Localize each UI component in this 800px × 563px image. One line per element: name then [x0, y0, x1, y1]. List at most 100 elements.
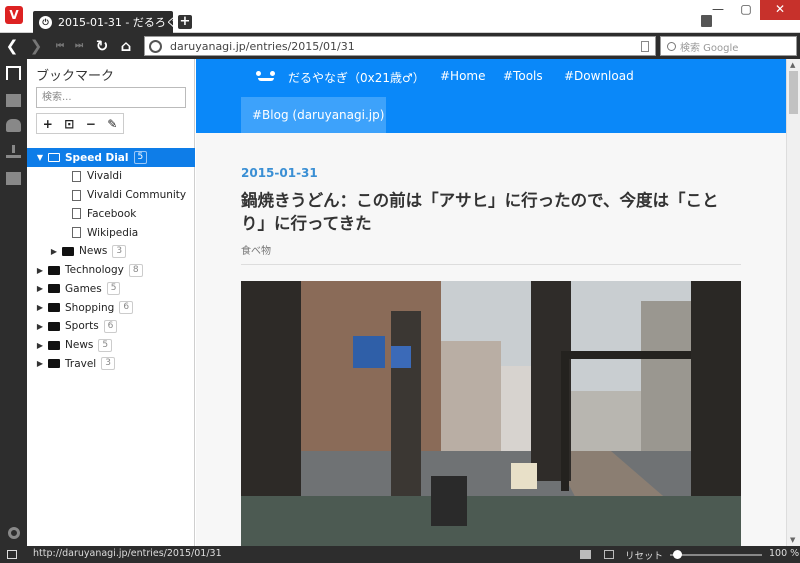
bookmark-count-badge: 5 — [98, 338, 113, 352]
bookmark-row[interactable]: ▶ Travel 3 — [27, 354, 195, 373]
maximize-button[interactable]: ▢ — [732, 0, 760, 20]
tab-active[interactable]: ⏻ 2015-01-31 - だるろぐ — [33, 11, 173, 33]
rewind-button[interactable]: ⏮ — [51, 37, 69, 55]
site-info-icon[interactable] — [149, 39, 162, 53]
collapsed-arrow-icon[interactable]: ▶ — [35, 359, 45, 368]
minimize-button[interactable]: — — [704, 0, 732, 20]
nav-home-link[interactable]: #Home — [440, 69, 486, 83]
expanded-arrow-icon[interactable]: ▼ — [35, 153, 45, 162]
collapsed-arrow-icon[interactable]: ▶ — [35, 341, 45, 350]
status-bar: http://daruyanagi.jp/entries/2015/01/31 … — [0, 546, 800, 563]
contacts-panel-icon[interactable] — [6, 119, 21, 132]
nav-download-link[interactable]: #Download — [564, 69, 634, 83]
bookmark-row[interactable]: ▶ Sports 6 — [27, 317, 195, 336]
bookmark-label: Wikipedia — [87, 226, 139, 239]
folder-icon — [48, 153, 60, 162]
nav-blog-link[interactable]: #Blog (daruyanagi.jp) — [241, 97, 386, 133]
panel-title: ブックマーク — [36, 69, 115, 84]
panel-toggle-icon[interactable] — [7, 550, 17, 559]
collapsed-arrow-icon[interactable]: ▶ — [35, 266, 45, 275]
bookmark-row[interactable]: Vivaldi Community — [27, 186, 195, 205]
collapsed-arrow-icon[interactable]: ▶ — [35, 284, 45, 293]
fast-forward-button[interactable]: ⏭ — [70, 37, 88, 55]
home-button[interactable]: ⌂ — [117, 37, 135, 55]
add-folder-button[interactable]: ⊡ — [61, 117, 77, 131]
collapsed-arrow-icon[interactable]: ▶ — [49, 247, 59, 256]
page-actions-icon[interactable] — [604, 550, 614, 559]
bookmark-row[interactable]: Facebook — [27, 204, 195, 223]
post-category[interactable]: 食べ物 — [241, 242, 271, 257]
page-scrollbar[interactable]: ▲ ▼ — [786, 59, 800, 546]
image-toggle-icon[interactable] — [580, 550, 591, 559]
folder-icon — [48, 303, 60, 312]
title-bar: V ⏻ 2015-01-31 - だるろぐ + — ▢ ✕ — [0, 0, 800, 33]
bookmark-page-icon[interactable] — [641, 40, 649, 52]
page-icon — [72, 208, 81, 220]
downloads-panel-icon[interactable] — [6, 145, 21, 158]
post-photo — [241, 281, 741, 546]
vivaldi-logo-icon[interactable]: V — [5, 6, 23, 24]
address-toolbar: ❮ ❯ ⏮ ⏭ ↻ ⌂ daruyanagi.jp/entries/2015/0… — [0, 33, 800, 59]
bookmark-label: Speed Dial — [65, 151, 129, 164]
forward-button[interactable]: ❯ — [27, 37, 45, 55]
bookmark-panel: ブックマーク 検索... + ⊡ − ✎ ▼ Speed Dial 5 Vivaldi… — [27, 59, 195, 546]
bookmark-row[interactable]: ▶ News 3 — [27, 242, 195, 261]
bookmark-row[interactable]: Wikipedia — [27, 223, 195, 242]
bookmark-row[interactable]: ▶ Shopping 6 — [27, 298, 195, 317]
add-bookmark-button[interactable]: + — [40, 117, 56, 131]
search-icon — [667, 41, 676, 51]
mail-panel-icon[interactable] — [6, 94, 21, 107]
bookmark-count-badge: 6 — [119, 301, 134, 314]
bookmark-count-badge: 5 — [133, 151, 148, 164]
reload-button[interactable]: ↻ — [93, 37, 111, 55]
bookmark-search-input[interactable]: 検索... — [36, 87, 186, 108]
bookmarks-panel-icon[interactable] — [6, 66, 21, 80]
collapsed-arrow-icon[interactable]: ▶ — [35, 303, 45, 312]
bookmark-label: News — [65, 339, 94, 351]
folder-icon — [48, 340, 60, 350]
zoom-slider[interactable] — [670, 554, 762, 556]
folder-icon — [48, 321, 60, 331]
address-field[interactable]: daruyanagi.jp/entries/2015/01/31 — [144, 36, 656, 56]
bookmark-row[interactable]: ▶ News 5 — [27, 336, 195, 355]
settings-gear-icon[interactable] — [8, 527, 20, 539]
back-button[interactable]: ❮ — [3, 37, 21, 55]
edit-bookmark-button[interactable]: ✎ — [104, 117, 120, 131]
post-date[interactable]: 2015-01-31 — [241, 166, 318, 180]
bookmark-label: Facebook — [87, 207, 137, 220]
bookmark-row[interactable]: ▶ Games 5 — [27, 279, 195, 298]
folder-icon — [62, 246, 74, 256]
tab-favicon-icon: ⏻ — [39, 15, 52, 29]
site-name-link[interactable]: だるやなぎ（0x21歳♂） — [288, 69, 425, 86]
scroll-thumb[interactable] — [789, 71, 798, 114]
bookmark-label: Shopping — [65, 301, 115, 314]
bookmark-count-badge: 5 — [106, 282, 121, 296]
bookmark-label: Technology — [65, 264, 124, 276]
collapsed-arrow-icon[interactable]: ▶ — [35, 322, 45, 331]
bookmark-row[interactable]: ▶ Technology 8 — [27, 261, 195, 280]
web-content: だるやなぎ（0x21歳♂） #Home #Tools #Download #Bl… — [196, 59, 786, 546]
bookmark-label: Sports — [65, 320, 99, 333]
delete-bookmark-button[interactable]: − — [83, 117, 99, 131]
folder-icon — [48, 359, 60, 369]
zoom-level: 100 % — [769, 548, 800, 559]
zoom-reset-button[interactable]: リセット — [625, 548, 663, 562]
post-title[interactable]: 鍋焼きうどん：この前は「アサヒ」に行ったので、今度は「ことり」に行ってきた — [241, 189, 741, 235]
bookmark-row[interactable]: Vivaldi — [27, 167, 195, 186]
notes-panel-icon[interactable] — [6, 172, 21, 185]
address-text: daruyanagi.jp/entries/2015/01/31 — [170, 39, 355, 53]
nav-tools-link[interactable]: #Tools — [503, 69, 543, 83]
bookmark-row[interactable]: ▼ Speed Dial 5 — [27, 148, 195, 167]
folder-icon — [48, 284, 60, 294]
new-tab-button[interactable]: + — [178, 15, 192, 29]
scroll-up-icon[interactable]: ▲ — [790, 61, 795, 69]
close-button[interactable]: ✕ — [760, 0, 800, 20]
zoom-slider-handle[interactable] — [673, 550, 683, 559]
scroll-down-icon[interactable]: ▼ — [790, 536, 795, 544]
bookmark-count-badge: 3 — [101, 357, 115, 371]
bookmark-count-badge: 8 — [128, 263, 143, 277]
site-logo-icon[interactable] — [256, 71, 276, 83]
search-field[interactable]: 検索 Google — [660, 36, 797, 56]
divider — [241, 264, 741, 265]
bookmark-count-badge: 3 — [112, 244, 127, 258]
